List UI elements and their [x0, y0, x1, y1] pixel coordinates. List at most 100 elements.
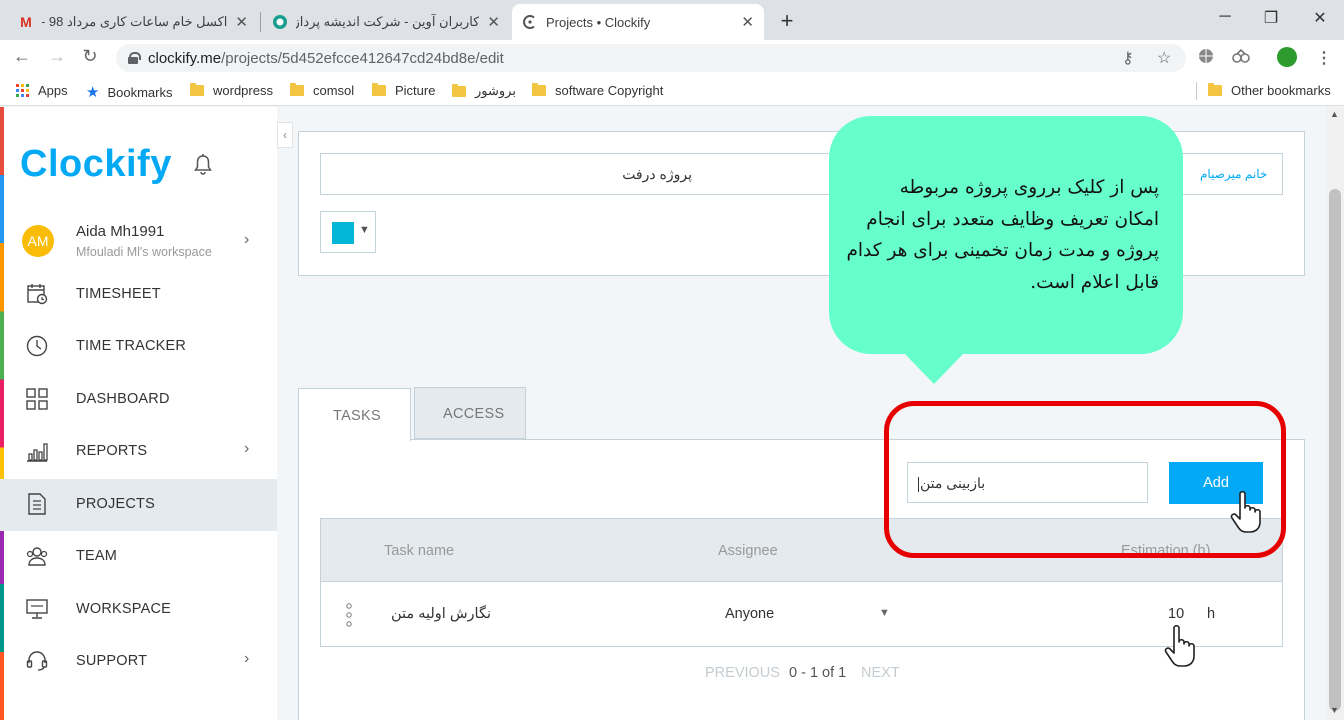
close-tab-icon[interactable]: ✕ [235, 13, 248, 31]
sidebar-item-label: TIME TRACKER [76, 338, 187, 354]
user-name: Aida Mh1991 [76, 223, 165, 240]
sidebar-item-label: TEAM [76, 548, 118, 564]
bell-icon[interactable] [193, 153, 213, 180]
tab-access[interactable]: ACCESS [414, 387, 526, 439]
drag-handle-icon[interactable] [346, 603, 352, 627]
estimate-input[interactable]: 10 [1168, 606, 1184, 622]
tab-title: کاربران آوین - شرکت اندیشه پردازان [296, 14, 480, 29]
sidebar-item-dashboard[interactable]: DASHBOARD [0, 374, 277, 426]
sidebar-item-projects[interactable]: PROJECTS [0, 479, 277, 531]
support-icon [26, 651, 48, 671]
bookmark-apps[interactable]: Apps [16, 83, 68, 98]
client-select[interactable]: خانم میرصیام [1200, 167, 1267, 181]
column-header-assignee[interactable]: Assignee [718, 543, 778, 559]
chevron-right-icon: › [244, 440, 250, 457]
bookmark-comsol[interactable]: comsol [290, 83, 354, 98]
task-name[interactable]: نگارش اولیه متن [391, 606, 491, 622]
scroll-down-icon[interactable]: ▼ [1330, 705, 1339, 715]
sidebar: Clockify AM Aida Mh1991 Mfouladi Ml's wo… [0, 107, 277, 720]
sidebar-item-support[interactable]: SUPPORT › [0, 636, 277, 688]
site-favicon [272, 14, 288, 30]
menu-icon[interactable]: ⋮ [1316, 48, 1332, 68]
callout-text: پس از کلیک برروی پروژه مربوطه امکان تعری… [839, 172, 1159, 298]
tab-separator [260, 12, 261, 32]
maximize-icon[interactable]: ❐ [1256, 8, 1286, 28]
clockify-logo[interactable]: Clockify [20, 143, 172, 186]
hand-cursor-icon [1230, 490, 1261, 533]
bookmark-bookmarks[interactable]: ★ Bookmarks [86, 83, 172, 101]
bookmark-brochure[interactable]: بروشور [452, 83, 516, 99]
callout-line: امکان تعریف وظایف متعدد برای انجام [866, 208, 1159, 230]
extension-icon[interactable] [1232, 48, 1250, 69]
dashboard-icon [26, 388, 48, 410]
browser-tab-clockify[interactable]: Projects • Clockify ✕ [512, 4, 764, 40]
next-page-button[interactable]: NEXT [861, 665, 900, 681]
other-bookmarks[interactable]: Other bookmarks [1208, 83, 1331, 98]
caret-down-icon: ▼ [359, 224, 370, 236]
browser-tab-gmail[interactable]: M اکسل خام ساعات کاری مرداد 98 - ا ✕ [8, 4, 258, 40]
star-icon[interactable]: ☆ [1157, 48, 1171, 68]
forward-icon[interactable]: → [45, 46, 69, 67]
sidebar-item-label: DASHBOARD [76, 391, 170, 407]
page-scrollbar[interactable]: ▲ ▼ [1326, 107, 1344, 720]
assignee-select[interactable]: Anyone [725, 606, 774, 622]
sidebar-item-time-tracker[interactable]: TIME TRACKER [0, 321, 277, 373]
color-swatch [332, 222, 354, 244]
reload-icon[interactable]: ↻ [78, 46, 102, 67]
bookmark-wordpress[interactable]: wordpress [190, 83, 273, 98]
chevron-right-icon: › [244, 231, 250, 248]
bookmark-label: Picture [395, 83, 436, 98]
sidebar-item-label: SUPPORT [76, 653, 148, 669]
bookmark-label: wordpress [213, 83, 273, 98]
scrollbar-thumb[interactable] [1329, 189, 1341, 711]
lock-icon [128, 52, 141, 64]
sidebar-item-reports[interactable]: REPORTS › [0, 426, 277, 478]
folder-icon [190, 83, 204, 96]
collapse-sidebar-button[interactable]: ‹ [277, 122, 293, 148]
url-bar[interactable]: clockify.me/projects/5d452efcce412647cd2… [116, 44, 1186, 72]
column-header-task-name[interactable]: Task name [384, 543, 454, 559]
bookmark-divider [1196, 82, 1197, 100]
close-tab-icon[interactable]: ✕ [487, 13, 500, 31]
tab-tasks[interactable]: TASKS [298, 388, 411, 441]
tab-label: TASKS [333, 408, 381, 424]
clock-icon [26, 335, 48, 357]
minimize-icon[interactable]: ─ [1210, 8, 1240, 26]
project-color-picker[interactable]: ▼ [320, 211, 376, 253]
close-window-icon[interactable]: ✕ [1305, 8, 1335, 28]
browser-tabstrip: M اکسل خام ساعات کاری مرداد 98 - ا ✕ کار… [0, 0, 1344, 40]
url-host: clockify.me [148, 49, 222, 67]
team-icon [26, 547, 48, 566]
callout-line: قابل اعلام است. [1030, 271, 1159, 293]
globe-icon[interactable] [1198, 48, 1214, 69]
sidebar-item-workspace[interactable]: WORKSPACE [0, 584, 277, 636]
table-row: نگارش اولیه متن Anyone ▼ 10 h [320, 582, 1283, 647]
timesheet-icon [27, 284, 48, 305]
new-tab-button[interactable]: + [775, 8, 799, 34]
tab-label: ACCESS [443, 406, 505, 422]
address-bar-row: ← → ↻ clockify.me/projects/5d452efcce412… [0, 40, 1344, 76]
previous-page-button[interactable]: PREVIOUS [705, 665, 780, 681]
bookmark-software-copyright[interactable]: software Copyright [532, 83, 663, 98]
bookmark-label: Apps [38, 83, 68, 98]
caret-down-icon[interactable]: ▼ [879, 607, 890, 619]
sidebar-item-label: TIMESHEET [76, 286, 161, 302]
sidebar-item-timesheet[interactable]: TIMESHEET [0, 269, 277, 321]
url-path: /projects/5d452efcce412647cd24bd8e/edit [221, 49, 504, 67]
sidebar-item-label: PROJECTS [76, 496, 155, 512]
clockify-favicon [522, 14, 538, 30]
user-profile[interactable]: AM Aida Mh1991 Mfouladi Ml's workspace › [0, 217, 277, 269]
callout-line: پس از کلیک برروی پروژه مربوطه [899, 177, 1159, 198]
profile-avatar[interactable] [1277, 47, 1297, 67]
back-icon[interactable]: ← [10, 46, 34, 67]
close-tab-icon[interactable]: ✕ [741, 13, 754, 31]
bookmark-picture[interactable]: Picture [372, 83, 435, 98]
callout-line: پروژه و مدت زمان تخمینی برای هر کدام [846, 240, 1159, 261]
browser-tab-avin[interactable]: کاربران آوین - شرکت اندیشه پردازان ✕ [262, 4, 510, 40]
scroll-up-icon[interactable]: ▲ [1330, 109, 1339, 119]
bookmark-label: comsol [313, 83, 355, 98]
sidebar-item-team[interactable]: TEAM [0, 531, 277, 583]
key-icon[interactable]: ⚷ [1122, 48, 1134, 68]
folder-icon [1208, 83, 1222, 96]
workspace-name: Mfouladi Ml's workspace [76, 245, 212, 259]
